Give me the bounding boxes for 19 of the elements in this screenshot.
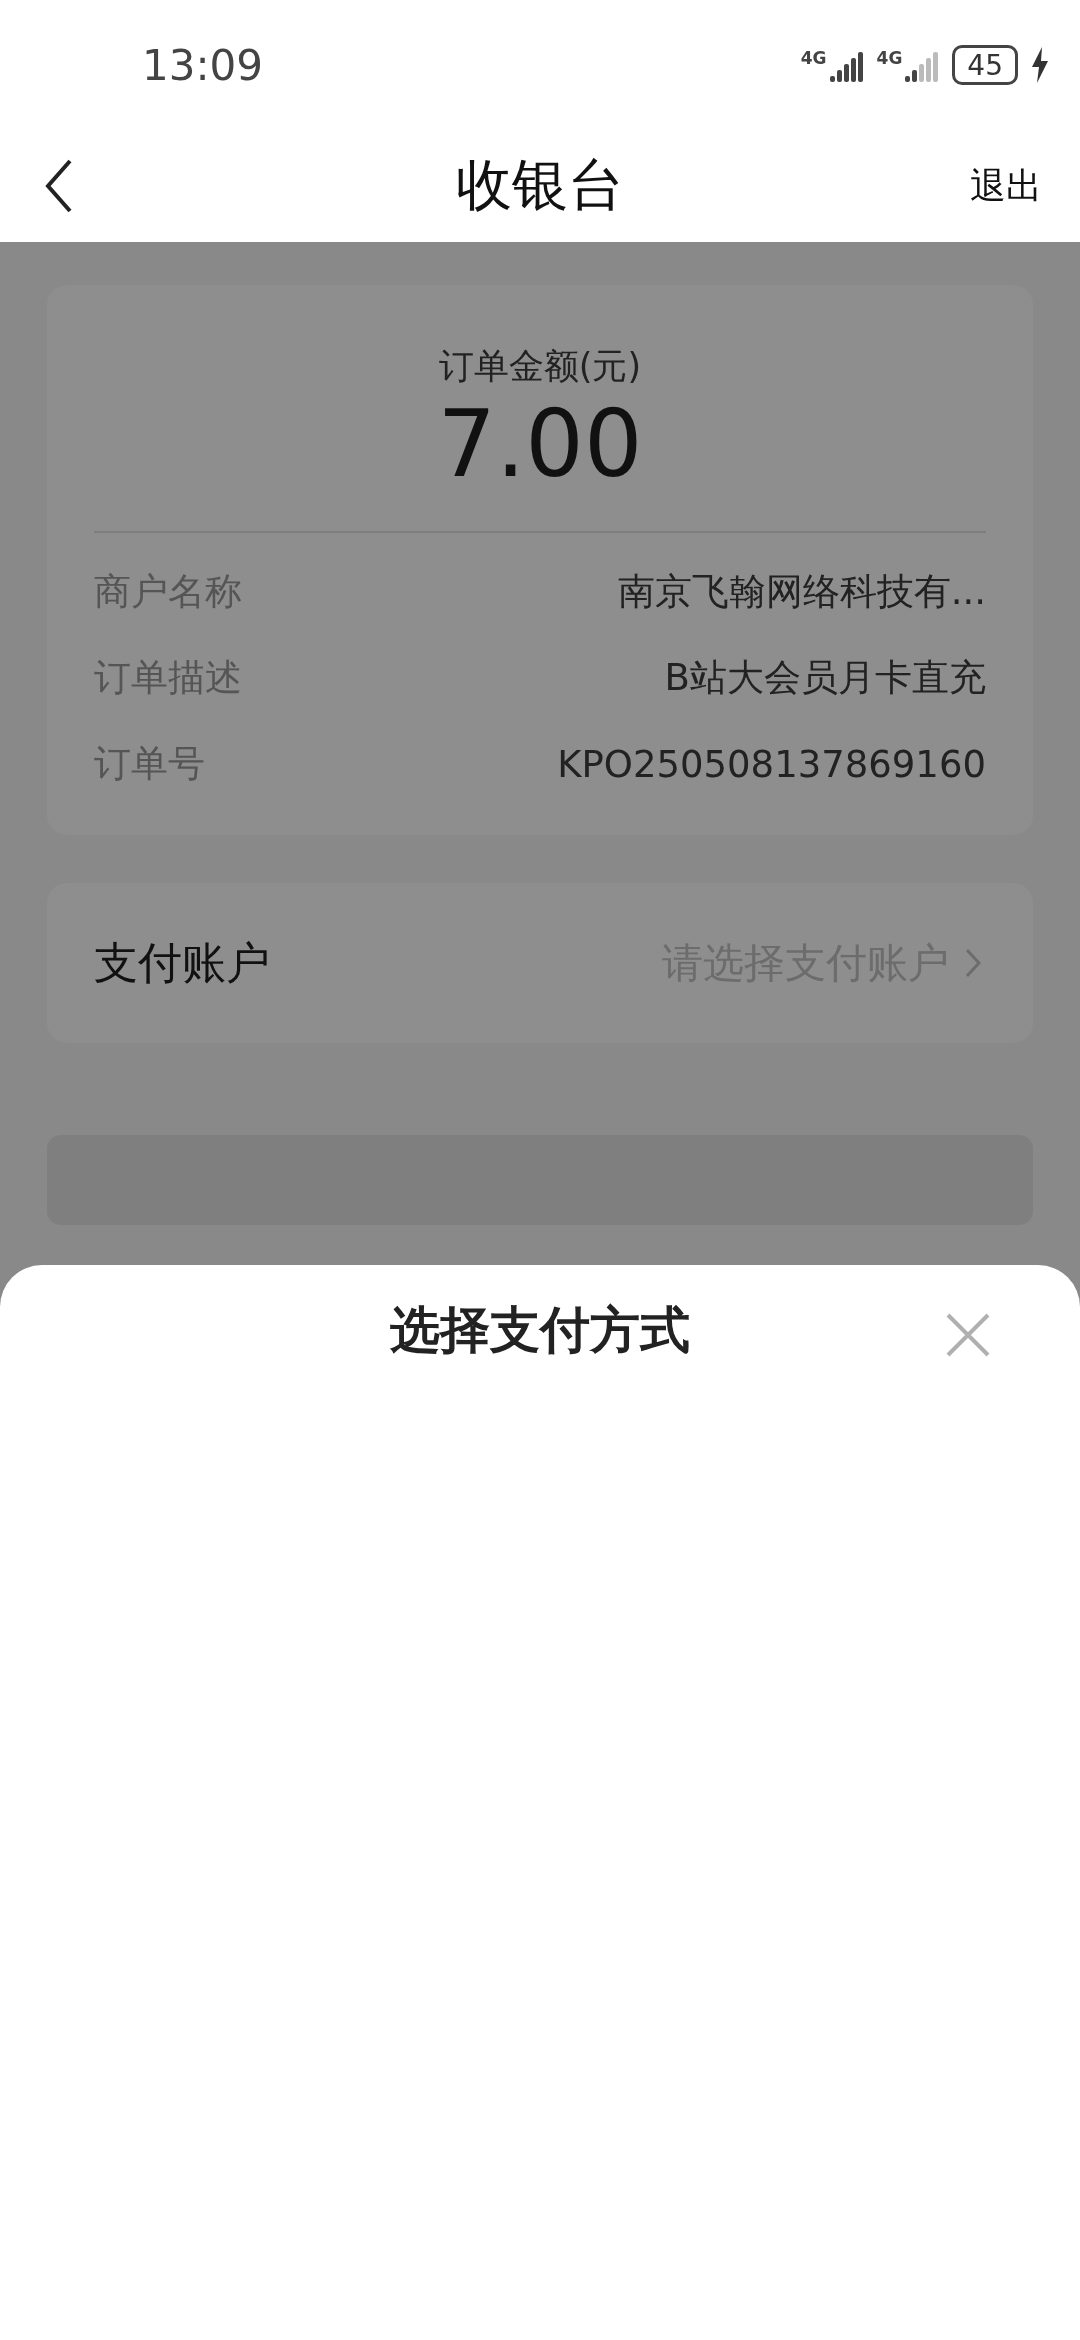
detail-value: 南京飞翰网络科技有... xyxy=(617,569,986,616)
amount-label: 订单金额(元) xyxy=(438,345,642,388)
detail-label: 商户名称 xyxy=(94,569,242,616)
exit-button[interactable]: 退出 xyxy=(970,161,1042,211)
sheet-title: 选择支付方式 xyxy=(390,1299,690,1361)
detail-label: 订单号 xyxy=(94,741,205,788)
detail-label: 订单描述 xyxy=(94,655,242,702)
detail-value: KPO250508137869160 xyxy=(557,742,986,786)
status-time: 13:09 xyxy=(142,40,264,90)
account-label: 支付账户 xyxy=(94,935,271,990)
network-type: 4G xyxy=(876,48,903,68)
close-icon[interactable] xyxy=(946,1313,990,1357)
network-type: 4G xyxy=(800,48,827,68)
battery-level: 45 xyxy=(967,48,1003,82)
page-title: 收银台 xyxy=(456,151,624,219)
chevron-right-icon xyxy=(965,948,981,979)
detail-value: B站大会员月卡直充 xyxy=(664,655,986,702)
order-amount: 7.00 xyxy=(437,394,643,496)
back-icon[interactable] xyxy=(44,159,74,213)
